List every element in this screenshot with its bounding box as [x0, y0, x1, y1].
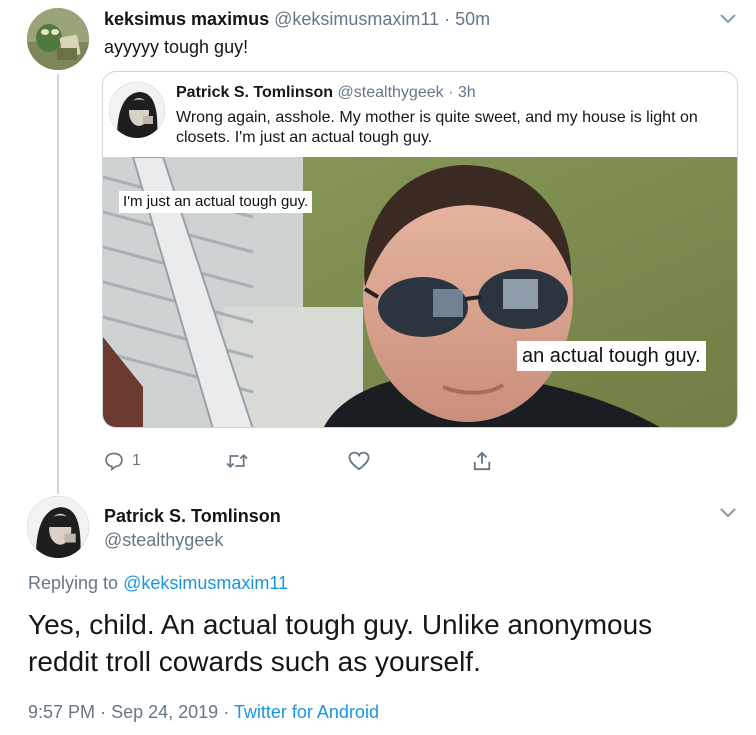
reply-count: 1 [132, 452, 141, 469]
keksimus-avatar[interactable] [27, 8, 89, 70]
author-name[interactable]: keksimus maximus [104, 9, 269, 29]
separator: · [448, 84, 454, 101]
retweet-button[interactable] [225, 448, 249, 474]
share-icon [473, 451, 491, 471]
photo-caption-top: I'm just an actual tough guy. [119, 191, 313, 213]
main-tweet-text: Yes, child. An actual tough guy. Unlike … [28, 609, 653, 677]
photo-caption-bottom: an actual tough guy. [517, 341, 706, 371]
tweet-source-link[interactable]: Twitter for Android [234, 702, 379, 722]
separator: · [223, 702, 230, 722]
main-author-handle[interactable]: @stealthygeek [104, 530, 223, 551]
tweet-time[interactable]: 9:57 PM [28, 702, 95, 722]
quoted-author-name: Patrick S. Tomlinson [176, 84, 334, 101]
quoted-author-avatar [109, 82, 165, 138]
main-author-name[interactable]: Patrick S. Tomlinson [104, 506, 281, 527]
share-button[interactable] [472, 448, 492, 474]
separator: · [100, 702, 107, 722]
tweet-metadata: 9:57 PM · Sep 24, 2019 · Twitter for And… [28, 702, 379, 723]
quoted-tweet-photo[interactable]: I'm just an actual tough guy. an actual … [103, 157, 737, 427]
reply-button[interactable]: 1 [104, 448, 141, 474]
tweet-date[interactable]: Sep 24, 2019 [111, 702, 218, 722]
replying-to-link[interactable]: @keksimusmaxim11 [123, 573, 288, 593]
reply-tweet[interactable]: keksimus maximus @keksimusmaxim11 · 50m … [0, 0, 756, 494]
replying-to-line: Replying to @keksimusmaxim11 [28, 573, 288, 594]
quoted-tweet-header: Patrick S. Tomlinson @stealthygeek · 3h [176, 84, 476, 102]
quoted-tweet-time: 3h [457, 84, 476, 101]
quoted-author-handle: @stealthygeek [337, 84, 444, 101]
separator: · [444, 9, 451, 29]
like-button[interactable] [348, 448, 370, 474]
reply-tweet-header: keksimus maximus @keksimusmaxim11 · 50m [104, 9, 490, 30]
replying-prefix: Replying to [28, 573, 119, 593]
main-author-avatar[interactable] [27, 496, 89, 558]
chevron-down-icon[interactable] [718, 12, 738, 26]
main-tweet: Patrick S. Tomlinson @stealthygeek Reply… [0, 490, 756, 735]
thread-line [57, 74, 59, 494]
quoted-tweet-text: Wrong again, asshole. My mother is quite… [176, 109, 698, 146]
quoted-tweet-card[interactable]: Patrick S. Tomlinson @stealthygeek · 3h … [102, 71, 738, 428]
chevron-down-icon[interactable] [718, 506, 738, 520]
reply-tweet-text: ayyyyy tough guy! [104, 37, 249, 57]
tweet-time[interactable]: 50m [455, 9, 490, 29]
reply-icon [105, 452, 123, 471]
retweet-icon [226, 453, 248, 469]
reply-tweet-actions: 1 [0, 448, 756, 474]
heart-icon [348, 451, 370, 471]
author-handle[interactable]: @keksimusmaxim11 [274, 9, 439, 29]
